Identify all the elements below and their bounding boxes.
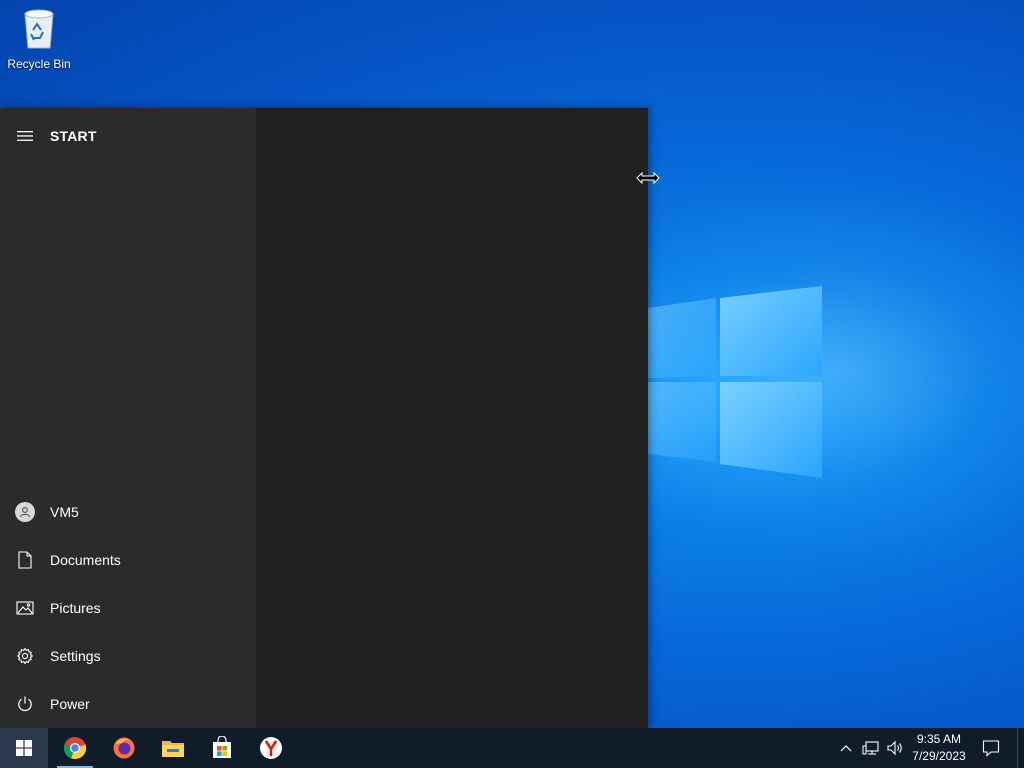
start-item-pictures[interactable]: Pictures xyxy=(0,586,256,630)
start-item-user[interactable]: VM5 xyxy=(0,490,256,534)
taskbar-chrome[interactable] xyxy=(51,728,99,768)
taskbar-firefox[interactable] xyxy=(100,728,148,768)
yandex-icon xyxy=(260,737,282,759)
start-menu-rail: START VM5 Documents Pictures Settings Po… xyxy=(0,108,256,728)
hamburger-menu-button[interactable] xyxy=(0,118,50,154)
show-hidden-icons-button[interactable] xyxy=(836,728,856,768)
start-button[interactable] xyxy=(0,728,48,768)
start-header: START xyxy=(0,118,256,154)
desktop: Recycle Bin START VM5 Documents Pictures… xyxy=(0,0,1024,768)
start-item-settings[interactable]: Settings xyxy=(0,634,256,678)
desktop-icon-label: Recycle Bin xyxy=(7,57,71,71)
start-item-label: Pictures xyxy=(50,600,101,616)
volume-icon xyxy=(887,740,902,756)
taskbar-store[interactable] xyxy=(198,728,246,768)
start-item-power[interactable]: Power xyxy=(0,682,256,726)
network-icon xyxy=(862,741,879,755)
start-menu: START VM5 Documents Pictures Settings Po… xyxy=(0,108,648,728)
windows-logo-icon xyxy=(16,740,32,756)
power-icon xyxy=(18,696,32,712)
taskbar-file-explorer[interactable] xyxy=(149,728,197,768)
store-icon xyxy=(213,736,231,758)
chevron-up-icon xyxy=(840,745,852,752)
firefox-icon xyxy=(113,737,135,759)
gear-icon xyxy=(17,647,33,665)
taskbar-clock[interactable]: 9:35 AM 7/29/2023 xyxy=(906,731,972,765)
show-desktop-button[interactable] xyxy=(1017,728,1024,768)
taskbar-yandex[interactable] xyxy=(247,728,295,768)
start-item-label: VM5 xyxy=(50,504,79,520)
volume-button[interactable] xyxy=(884,728,906,768)
file-explorer-icon xyxy=(162,741,184,757)
chrome-icon xyxy=(63,737,87,760)
document-icon xyxy=(18,551,32,569)
clock-time: 9:35 AM xyxy=(916,732,962,746)
user-avatar-icon xyxy=(15,502,35,522)
notification-icon xyxy=(982,740,1000,757)
resize-cursor-icon xyxy=(636,171,660,185)
start-item-documents[interactable]: Documents xyxy=(0,538,256,582)
hamburger-icon xyxy=(17,131,33,141)
network-status-button[interactable] xyxy=(860,728,882,768)
pictures-icon xyxy=(16,601,34,615)
action-center-button[interactable] xyxy=(974,728,1008,768)
start-tiles-area xyxy=(256,108,648,728)
clock-date: 7/29/2023 xyxy=(912,749,966,763)
taskbar: 9:35 AM 7/29/2023 xyxy=(0,728,1024,768)
start-item-label: Documents xyxy=(50,552,121,568)
start-item-label: Power xyxy=(50,696,90,712)
recycle-bin-icon xyxy=(24,9,54,49)
start-title: START xyxy=(50,128,97,144)
desktop-icon-recycle-bin[interactable]: Recycle Bin xyxy=(4,6,74,76)
start-item-label: Settings xyxy=(50,648,101,664)
